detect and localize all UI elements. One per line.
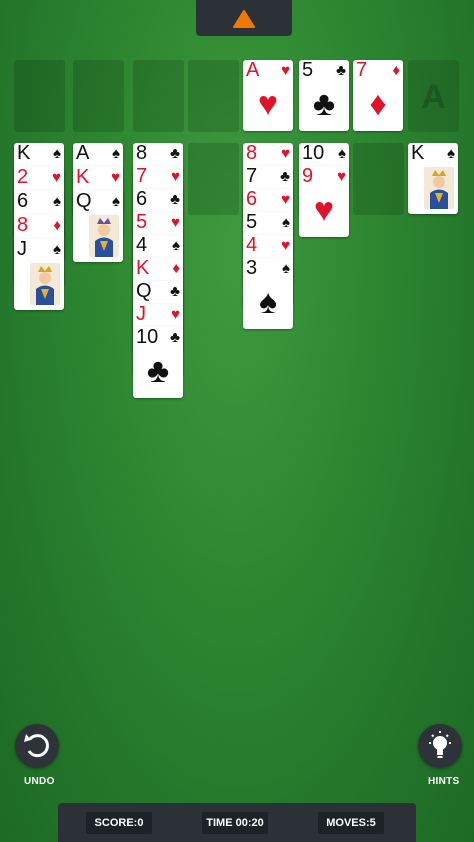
card-suit-small: ♠: [172, 237, 180, 254]
triangle-up-icon: [233, 10, 255, 28]
card-rank: Q: [136, 281, 152, 302]
card-suit-small: ♥: [281, 145, 290, 162]
undo-button[interactable]: [15, 724, 59, 768]
undo-label: UNDO: [24, 776, 55, 787]
card-rank: 5: [136, 212, 148, 233]
moves-display: MOVES:5: [318, 812, 384, 834]
card-rank: 4: [136, 235, 148, 256]
card-rank: 10: [302, 143, 325, 164]
card-rank: 7: [356, 60, 368, 81]
card-rank: J: [17, 239, 27, 260]
status-bar: SCORE:0 TIME 00:20 MOVES:5: [58, 803, 416, 842]
card-suit-small: ♠: [112, 145, 120, 162]
card-face-king-icon: [424, 167, 454, 209]
card-rank: 5: [302, 60, 314, 81]
card-rank: 10: [136, 327, 159, 348]
card-rank: 6: [246, 189, 258, 210]
card-suit-small: ♠: [53, 145, 61, 162]
card-suit-small: ♠: [53, 193, 61, 210]
hints-label: HINTS: [428, 776, 460, 787]
card-suit-large: ♣: [146, 352, 170, 390]
foundation-card[interactable]: 7 ♦ ♦: [353, 60, 403, 131]
card-suit-small: ♥: [52, 169, 61, 186]
card-rank: A: [246, 60, 260, 81]
card-suit-small: ♣: [280, 168, 290, 185]
card-rank: K: [17, 143, 31, 164]
card-suit-small: ♠: [282, 260, 290, 277]
card-suit-small: ♠: [338, 145, 346, 162]
card-suit-small: ♥: [171, 168, 180, 185]
card-suit-small: ♦: [172, 260, 180, 277]
card-face-queen-icon: [89, 215, 119, 257]
card-rank: 7: [136, 166, 148, 187]
card-suit-small: ♥: [337, 168, 346, 185]
foundation-slot-empty[interactable]: A: [408, 60, 459, 132]
card-rank: J: [136, 304, 146, 325]
card-rank: 9: [302, 166, 314, 187]
card-rank: 8: [17, 215, 29, 236]
card-suit-large: ♥: [313, 191, 335, 229]
time-display: TIME 00:20: [202, 812, 268, 834]
card-suit-small: ♠: [282, 214, 290, 231]
card-rank: 6: [17, 191, 29, 212]
card-rank: K: [76, 167, 90, 188]
card-rank: K: [136, 258, 150, 279]
tableau-card[interactable]: K ♠: [408, 143, 458, 214]
foundation-card[interactable]: A ♥ ♥: [243, 60, 293, 131]
free-cell-slot[interactable]: [73, 60, 124, 132]
free-cell-slot[interactable]: [188, 60, 239, 132]
undo-icon: [24, 734, 49, 758]
score-display: SCORE:0: [86, 812, 152, 834]
card-suit-small: ♥: [111, 169, 120, 186]
card-rank: Q: [76, 191, 92, 212]
card-rank: K: [411, 143, 425, 164]
card-suit-small: ♣: [170, 329, 180, 346]
card-rank: 4: [246, 235, 258, 256]
lightbulb-icon: [429, 731, 451, 758]
menu-tab[interactable]: [196, 0, 292, 36]
card-rank: 7: [246, 166, 258, 187]
card-suit-small: ♥: [281, 62, 290, 79]
tableau-card[interactable]: Q ♠: [73, 191, 123, 262]
free-cell-slot[interactable]: [133, 60, 184, 132]
foundation-placeholder: A: [421, 78, 446, 116]
card-suit-small: ♠: [112, 193, 120, 210]
card-rank: 5: [246, 212, 258, 233]
foundation-card[interactable]: 5 ♣ ♣: [299, 60, 349, 131]
card-rank: A: [76, 143, 90, 164]
card-suit-small: ♣: [170, 283, 180, 300]
tableau-empty-slot[interactable]: [353, 143, 404, 215]
card-suit-large: ♣: [312, 85, 336, 123]
free-cell-slot[interactable]: [14, 60, 65, 132]
card-rank: 6: [136, 189, 148, 210]
card-suit-small: ♠: [53, 241, 61, 258]
card-suit-small: ♥: [281, 237, 290, 254]
card-suit-large: ♠: [258, 283, 278, 321]
card-suit-large: ♥: [257, 85, 279, 123]
tableau-card[interactable]: 9 ♥ ♥: [299, 166, 349, 237]
card-rank: 8: [136, 143, 148, 164]
card-suit-small: ♣: [170, 145, 180, 162]
hints-button[interactable]: [418, 724, 462, 768]
tableau-empty-slot[interactable]: [188, 143, 239, 215]
card-suit-small: ♥: [171, 214, 180, 231]
card-suit-small: ♣: [336, 62, 346, 79]
tableau-card[interactable]: J ♠: [14, 239, 64, 310]
card-rank: 2: [17, 167, 29, 188]
card-rank: 8: [246, 143, 258, 164]
card-suit-small: ♦: [392, 62, 400, 79]
card-suit-small: ♥: [171, 306, 180, 323]
card-face-jack-icon: [30, 263, 60, 305]
tableau-card[interactable]: 10 ♣ ♣: [133, 327, 183, 398]
card-suit-small: ♣: [170, 191, 180, 208]
tableau-card[interactable]: 3 ♠ ♠: [243, 258, 293, 329]
card-suit-small: ♥: [281, 191, 290, 208]
card-rank: 3: [246, 258, 258, 279]
card-suit-small: ♠: [447, 145, 455, 162]
card-suit-large: ♦: [369, 85, 387, 123]
card-suit-small: ♦: [53, 217, 61, 234]
